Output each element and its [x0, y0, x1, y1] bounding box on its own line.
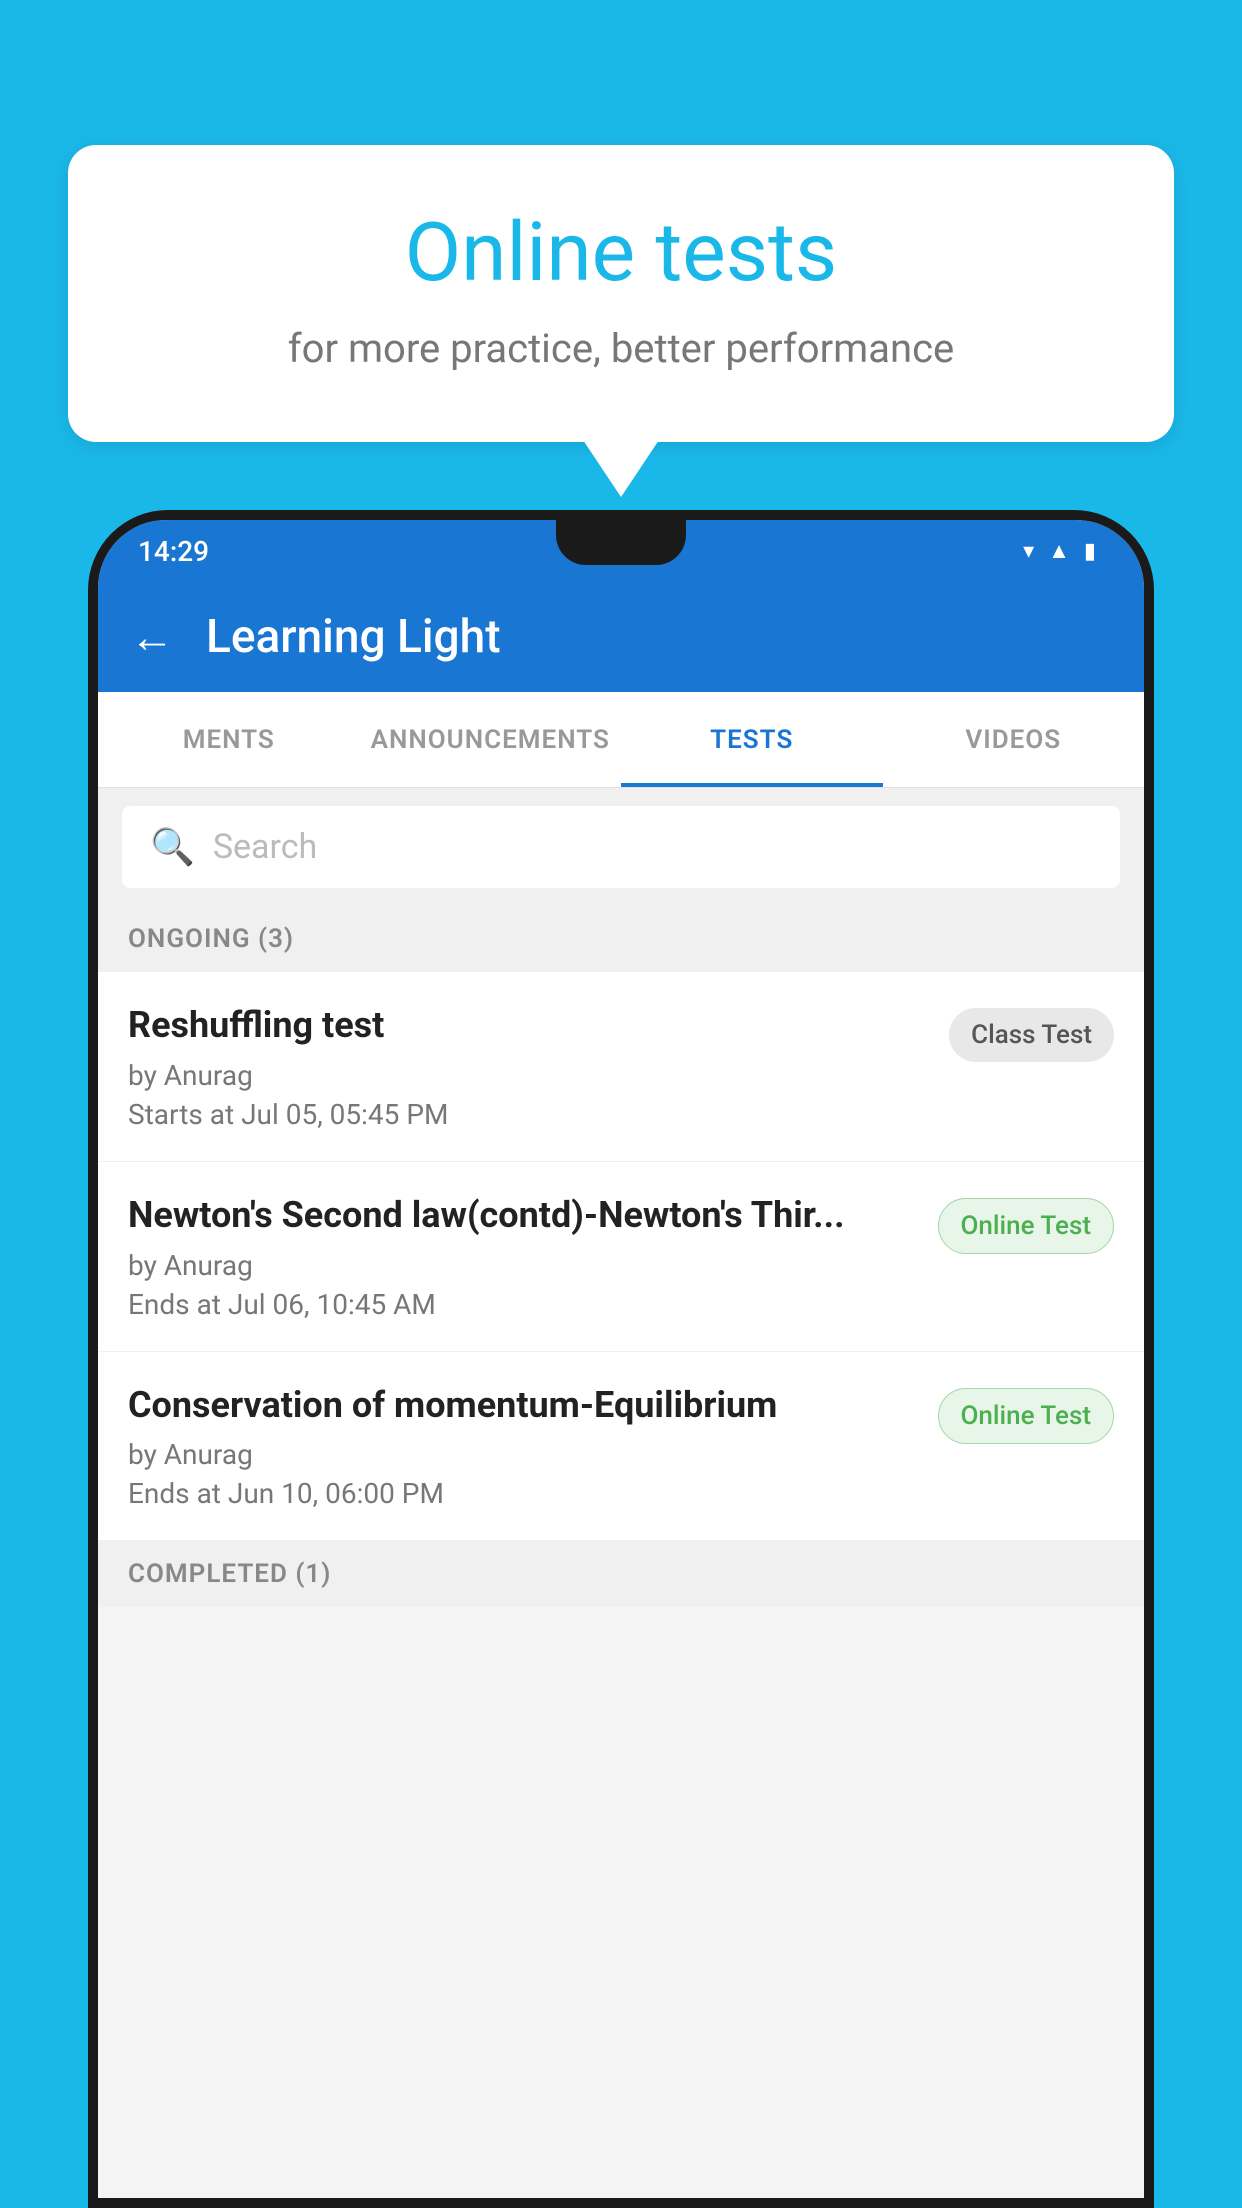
bubble-subtitle: for more practice, better performance: [148, 325, 1094, 372]
tab-videos[interactable]: VIDEOS: [883, 692, 1145, 787]
bubble-title: Online tests: [148, 205, 1094, 301]
phone-container: 14:29 ▾ ▲ ▮ ← Learning Light MENTS ANNOU…: [88, 510, 1154, 2208]
test-info: Conservation of momentum-Equilibrium by …: [128, 1382, 938, 1511]
test-author: by Anurag: [128, 1059, 929, 1092]
status-time: 14:29: [138, 535, 209, 568]
test-item[interactable]: Reshuffling test by Anurag Starts at Jul…: [98, 972, 1144, 1162]
test-list: Reshuffling test by Anurag Starts at Jul…: [98, 972, 1144, 1541]
status-bar: 14:29 ▾ ▲ ▮: [98, 520, 1144, 582]
speech-bubble-container: Online tests for more practice, better p…: [68, 145, 1174, 442]
test-time: Ends at Jun 10, 06:00 PM: [128, 1477, 918, 1510]
search-container: 🔍 Search: [98, 788, 1144, 906]
signal-icon: ▲: [1048, 538, 1070, 564]
test-name: Conservation of momentum-Equilibrium: [128, 1382, 918, 1429]
battery-icon: ▮: [1084, 539, 1096, 564]
app-bar: ← Learning Light: [98, 582, 1144, 692]
test-item[interactable]: Newton's Second law(contd)-Newton's Thir…: [98, 1162, 1144, 1352]
search-box[interactable]: 🔍 Search: [122, 806, 1120, 888]
phone-frame: 14:29 ▾ ▲ ▮ ← Learning Light MENTS ANNOU…: [88, 510, 1154, 2208]
test-badge-online-2: Online Test: [938, 1388, 1115, 1444]
notch: [556, 520, 686, 565]
test-item[interactable]: Conservation of momentum-Equilibrium by …: [98, 1352, 1144, 1542]
tabs-bar: MENTS ANNOUNCEMENTS TESTS VIDEOS: [98, 692, 1144, 788]
test-name: Newton's Second law(contd)-Newton's Thir…: [128, 1192, 918, 1239]
tab-ments[interactable]: MENTS: [98, 692, 360, 787]
phone-screen: 14:29 ▾ ▲ ▮ ← Learning Light MENTS ANNOU…: [98, 520, 1144, 2198]
tab-tests[interactable]: TESTS: [621, 692, 883, 787]
status-icons: ▾ ▲ ▮: [1023, 538, 1096, 564]
test-badge-online: Online Test: [938, 1198, 1115, 1254]
test-info: Reshuffling test by Anurag Starts at Jul…: [128, 1002, 949, 1131]
test-time: Ends at Jul 06, 10:45 AM: [128, 1288, 918, 1321]
test-author: by Anurag: [128, 1438, 918, 1471]
test-time: Starts at Jul 05, 05:45 PM: [128, 1098, 929, 1131]
back-button[interactable]: ←: [130, 611, 174, 663]
search-icon: 🔍: [150, 826, 195, 868]
speech-bubble: Online tests for more practice, better p…: [68, 145, 1174, 442]
wifi-icon: ▾: [1023, 539, 1034, 564]
tab-announcements[interactable]: ANNOUNCEMENTS: [360, 692, 622, 787]
ongoing-section-header: ONGOING (3): [98, 906, 1144, 972]
app-title: Learning Light: [206, 610, 501, 664]
test-badge-class: Class Test: [949, 1008, 1114, 1062]
search-placeholder: Search: [213, 827, 317, 867]
test-info: Newton's Second law(contd)-Newton's Thir…: [128, 1192, 938, 1321]
test-author: by Anurag: [128, 1249, 918, 1282]
test-name: Reshuffling test: [128, 1002, 929, 1049]
completed-section-header: COMPLETED (1): [98, 1541, 1144, 1607]
